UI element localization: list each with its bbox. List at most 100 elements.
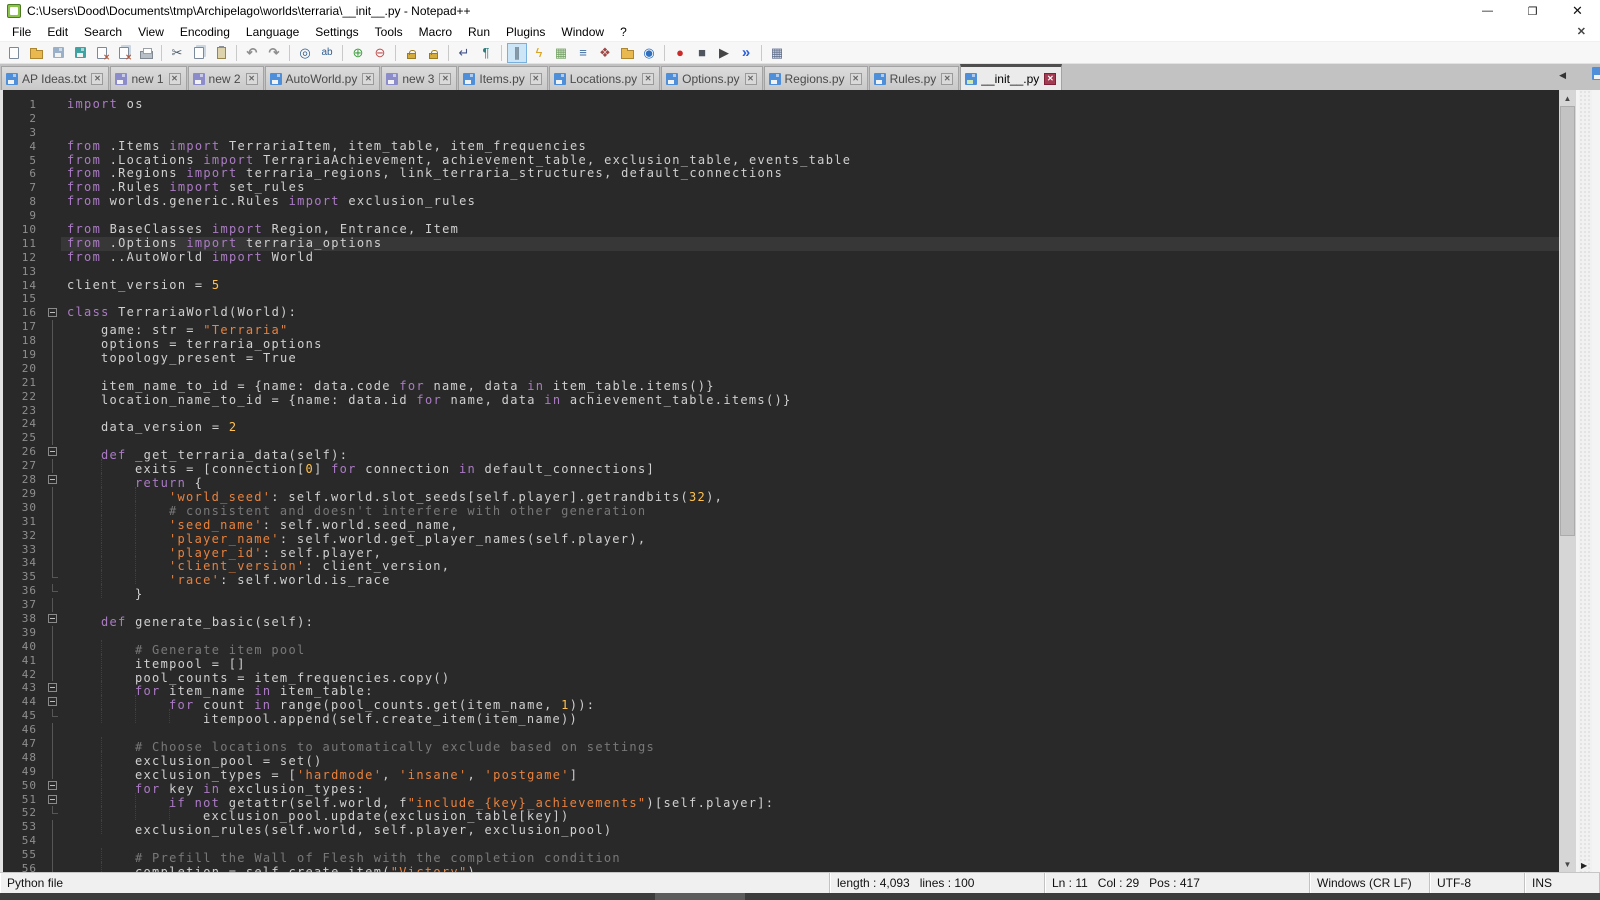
tab-new-3[interactable]: new 3✕ — [381, 66, 457, 90]
tab-rules-py[interactable]: Rules.py✕ — [869, 66, 960, 90]
code-line[interactable]: 18options = terraria_options — [3, 334, 1559, 348]
splitter-arrow-icon[interactable]: ▶ — [1581, 861, 1587, 870]
copy-icon[interactable] — [189, 43, 209, 63]
tab--init-py[interactable]: __init__.py✕ — [960, 64, 1062, 90]
menu-edit[interactable]: Edit — [39, 23, 76, 41]
fold-collapse-icon[interactable] — [45, 793, 61, 807]
code-line[interactable]: 37 — [3, 598, 1559, 612]
tab-close-icon[interactable]: ✕ — [642, 73, 654, 85]
print-icon[interactable] — [136, 43, 156, 63]
tab-close-icon[interactable]: ✕ — [362, 73, 374, 85]
code-line[interactable]: 12from ..AutoWorld import World — [3, 251, 1559, 265]
code-line[interactable]: 54 — [3, 834, 1559, 848]
code-line[interactable]: 29'world_seed': self.world.slot_seeds[se… — [3, 487, 1559, 501]
code-line[interactable]: 34'client_version': client_version, — [3, 556, 1559, 570]
menu-run[interactable]: Run — [460, 23, 498, 41]
word-wrap-icon[interactable]: ↵ — [454, 43, 474, 63]
tab-close-icon[interactable]: ✕ — [91, 73, 103, 85]
save-all-icon[interactable] — [70, 43, 90, 63]
code-line[interactable]: 19topology_present = True — [3, 348, 1559, 362]
code-line[interactable]: 36} — [3, 584, 1559, 598]
redo-icon[interactable]: ↷ — [264, 43, 284, 63]
menu-file[interactable]: File — [4, 23, 39, 41]
status-eol-format[interactable]: Windows (CR LF) — [1310, 873, 1430, 893]
code-line[interactable]: 3 — [3, 126, 1559, 140]
code-line[interactable]: 7from .Rules import set_rules — [3, 181, 1559, 195]
menu-search[interactable]: Search — [76, 23, 130, 41]
code-line[interactable]: 46 — [3, 723, 1559, 737]
code-line[interactable]: 25 — [3, 431, 1559, 445]
code-line[interactable]: 23 — [3, 404, 1559, 418]
fold-collapse-icon[interactable] — [45, 695, 61, 709]
code-line[interactable]: 43for item_name in item_table: — [3, 681, 1559, 695]
tab-close-icon[interactable]: ✕ — [530, 73, 542, 85]
fold-collapse-icon[interactable] — [45, 681, 61, 695]
menu-tools[interactable]: Tools — [367, 23, 411, 41]
fold-collapse-icon[interactable] — [45, 612, 61, 626]
zoom-out-icon[interactable]: ⊖ — [370, 43, 390, 63]
macro-record-icon[interactable]: ● — [670, 43, 690, 63]
replace-icon[interactable]: ab — [317, 43, 337, 63]
code-line[interactable]: 31'seed_name': self.world.seed_name, — [3, 515, 1559, 529]
undo-icon[interactable]: ↶ — [242, 43, 262, 63]
scrollbar-thumb[interactable] — [1560, 106, 1575, 536]
document-list-icon[interactable]: ≡ — [573, 43, 593, 63]
code-line[interactable]: 17game: str = "Terraria" — [3, 320, 1559, 334]
tab-autoworld-py[interactable]: AutoWorld.py✕ — [265, 66, 381, 90]
code-line[interactable]: 52exclusion_pool.update(exclusion_table[… — [3, 806, 1559, 820]
code-line[interactable]: 20 — [3, 362, 1559, 376]
fold-collapse-icon[interactable] — [45, 306, 61, 320]
code-line[interactable]: 6from .Regions import terraria_regions, … — [3, 167, 1559, 181]
code-line[interactable]: 49exclusion_types = ['hardmode', 'insane… — [3, 765, 1559, 779]
show-indent-guide-icon[interactable]: ∥ — [507, 43, 527, 63]
menu-language[interactable]: Language — [238, 23, 307, 41]
code-line[interactable]: 53exclusion_rules(self.world, self.playe… — [3, 820, 1559, 834]
code-line[interactable]: 1import os — [3, 98, 1559, 112]
macro-save-icon[interactable]: ▦ — [767, 43, 787, 63]
code-line[interactable]: 39 — [3, 626, 1559, 640]
menu-encoding[interactable]: Encoding — [172, 23, 238, 41]
tab-locations-py[interactable]: Locations.py✕ — [549, 66, 660, 90]
cut-icon[interactable]: ✂ — [167, 43, 187, 63]
zoom-in-icon[interactable]: ⊕ — [348, 43, 368, 63]
code-line[interactable]: 28return { — [3, 473, 1559, 487]
code-line[interactable]: 26def _get_terraria_data(self): — [3, 445, 1559, 459]
tab-close-icon[interactable]: ✕ — [941, 73, 953, 85]
macro-stop-icon[interactable]: ■ — [692, 43, 712, 63]
minimize-button[interactable]: — — [1465, 0, 1510, 22]
menu-settings[interactable]: Settings — [307, 23, 366, 41]
code-line[interactable]: 48exclusion_pool = set() — [3, 751, 1559, 765]
tab-new-1[interactable]: new 1✕ — [110, 66, 186, 90]
fold-collapse-icon[interactable] — [45, 779, 61, 793]
folder-as-workspace-icon[interactable]: ❖ — [595, 43, 615, 63]
file-browser-icon[interactable] — [617, 43, 637, 63]
menu-view[interactable]: View — [130, 23, 172, 41]
vertical-scrollbar[interactable]: ▲ ▼ — [1559, 90, 1576, 872]
code-line[interactable]: 33'player_id': self.player, — [3, 543, 1559, 557]
code-line[interactable]: 50for key in exclusion_types: — [3, 779, 1559, 793]
scroll-down-icon[interactable]: ▼ — [1559, 856, 1576, 872]
code-line[interactable]: 14client_version = 5 — [3, 279, 1559, 293]
code-line[interactable]: 16class TerrariaWorld(World): — [3, 306, 1559, 320]
code-line[interactable]: 41itempool = [] — [3, 654, 1559, 668]
close-document-icon[interactable]: ✕ — [1577, 25, 1586, 38]
status-encoding[interactable]: UTF-8 — [1430, 873, 1525, 893]
tab-close-icon[interactable]: ✕ — [439, 73, 451, 85]
code-line[interactable]: 13 — [3, 265, 1559, 279]
menu-help[interactable]: ? — [612, 23, 635, 41]
code-line[interactable]: 2 — [3, 112, 1559, 126]
code-line[interactable]: 56completion = self.create_item("Victory… — [3, 862, 1559, 872]
tab-close-icon[interactable]: ✕ — [246, 73, 258, 85]
tab-close-icon[interactable]: ✕ — [850, 73, 862, 85]
macro-play-icon[interactable]: ▶ — [714, 43, 734, 63]
file-monitoring-icon[interactable]: ◉ — [639, 43, 659, 63]
code-line[interactable]: 40# Generate item pool — [3, 640, 1559, 654]
code-line[interactable]: 15 — [3, 292, 1559, 306]
restore-button[interactable]: ❐ — [1510, 0, 1555, 22]
code-line[interactable]: 42pool_counts = item_frequencies.copy() — [3, 668, 1559, 682]
sync-vertical-scroll-icon[interactable] — [401, 43, 421, 63]
code-line[interactable]: 32'player_name': self.world.get_player_n… — [3, 529, 1559, 543]
tab-scroll-left-icon[interactable]: ◀ — [1559, 70, 1566, 81]
scroll-up-icon[interactable]: ▲ — [1559, 90, 1576, 106]
code-line[interactable]: 8from worlds.generic.Rules import exclus… — [3, 195, 1559, 209]
